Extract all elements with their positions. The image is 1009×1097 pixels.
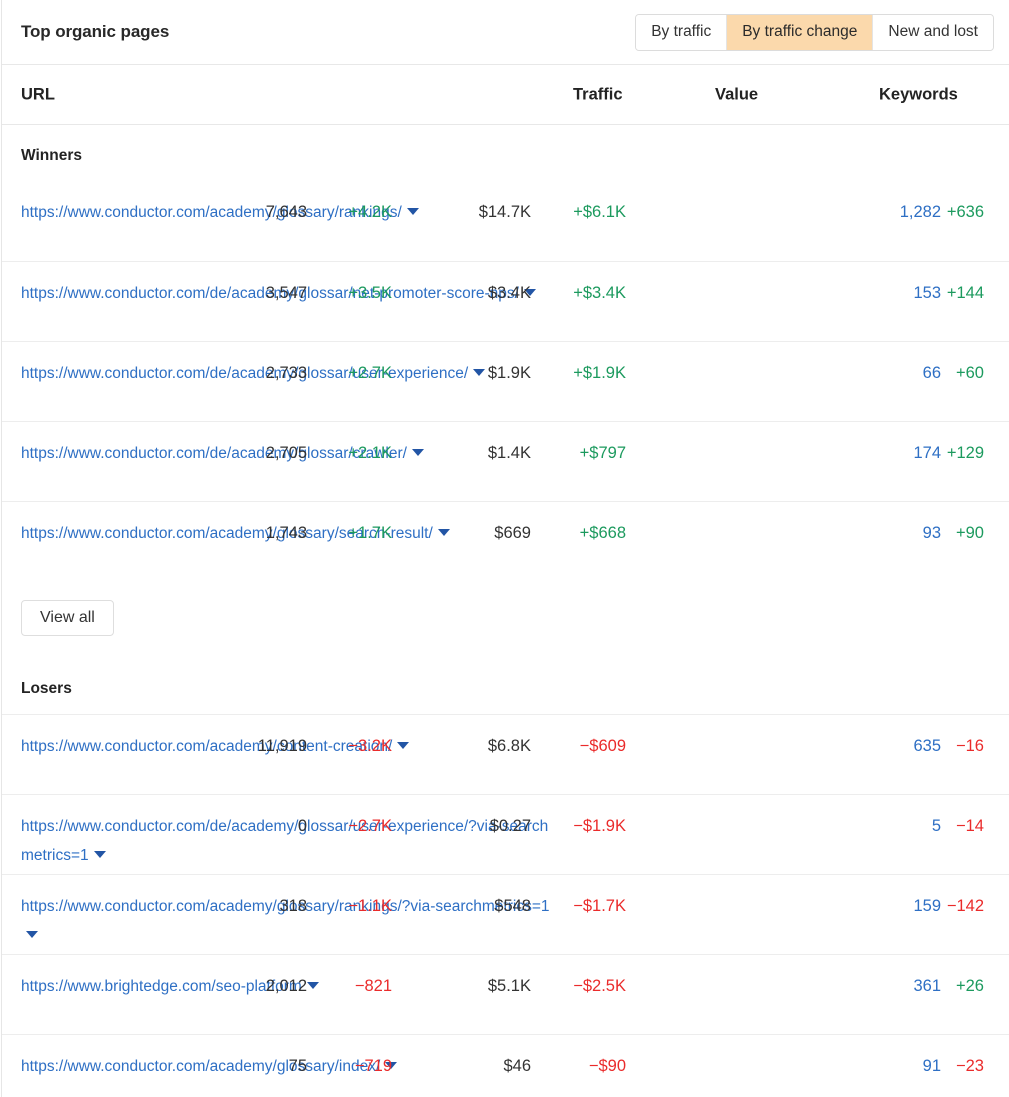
- value-value: $1.4K: [391, 439, 531, 468]
- view-mode-segmented-control[interactable]: By traffic By traffic change New and los…: [635, 14, 994, 51]
- value-value: $669: [391, 519, 531, 548]
- keywords-delta: +90: [924, 519, 984, 548]
- top-organic-pages-panel: Top organic pages By traffic By traffic …: [0, 0, 1009, 1097]
- keywords-delta: +60: [924, 359, 984, 388]
- losers-rows: https://www.conductor.com/academy/conten…: [2, 714, 1009, 1097]
- traffic-value: 2,012: [147, 972, 307, 1001]
- column-header-value: Value: [715, 85, 758, 104]
- value-value: $5.1K: [391, 972, 531, 1001]
- card: Top organic pages By traffic By traffic …: [1, 0, 1009, 1097]
- value-delta: +$1.9K: [536, 359, 626, 388]
- traffic-delta: −821: [312, 972, 392, 1001]
- value-delta: −$1.7K: [536, 892, 626, 921]
- table-row[interactable]: https://www.conductor.com/academy/glossa…: [2, 1034, 1009, 1097]
- traffic-value: 11,919: [147, 732, 307, 761]
- keywords-delta: −14: [924, 812, 984, 841]
- chevron-down-icon[interactable]: [94, 851, 106, 858]
- table-row[interactable]: https://www.conductor.com/academy/glossa…: [2, 501, 1009, 581]
- value-delta: −$90: [536, 1052, 626, 1081]
- value-delta: +$3.4K: [536, 279, 626, 308]
- traffic-value: 0: [147, 812, 307, 841]
- column-header-keywords: Keywords: [879, 85, 958, 104]
- value-delta: +$797: [536, 439, 626, 468]
- section-title-losers: Losers: [2, 658, 1009, 714]
- keywords-value[interactable]: 159: [821, 892, 941, 921]
- card-header: Top organic pages By traffic By traffic …: [2, 0, 1009, 64]
- value-delta: +$6.1K: [536, 198, 626, 227]
- keywords-delta: −23: [924, 1052, 984, 1081]
- table-row[interactable]: https://www.conductor.com/academy/conten…: [2, 714, 1009, 794]
- traffic-delta: +4.2K: [312, 198, 392, 227]
- value-value: $6.8K: [391, 732, 531, 761]
- keywords-value[interactable]: 1,282: [821, 198, 941, 227]
- tab-by-traffic-change[interactable]: By traffic change: [727, 15, 873, 50]
- keywords-value[interactable]: 66: [821, 359, 941, 388]
- table-row[interactable]: https://www.conductor.com/de/academy/glo…: [2, 261, 1009, 341]
- traffic-delta: +3.5K: [312, 279, 392, 308]
- traffic-value: 3,547: [147, 279, 307, 308]
- table-row[interactable]: https://www.conductor.com/academy/glossa…: [2, 874, 1009, 954]
- chevron-down-icon[interactable]: [26, 931, 38, 938]
- winners-rows: https://www.conductor.com/academy/glossa…: [2, 181, 1009, 581]
- value-value: $46: [391, 1052, 531, 1081]
- section-gap: [2, 636, 1009, 658]
- value-value: $548: [391, 892, 531, 921]
- tab-by-traffic[interactable]: By traffic: [636, 15, 727, 50]
- keywords-delta: +129: [924, 439, 984, 468]
- keywords-value[interactable]: 5: [821, 812, 941, 841]
- winners-view-all-wrap: View all: [2, 581, 1009, 636]
- keywords-value[interactable]: 635: [821, 732, 941, 761]
- value-value: $3.4K: [391, 279, 531, 308]
- traffic-value: 2,705: [147, 439, 307, 468]
- table-row[interactable]: https://www.conductor.com/de/academy/glo…: [2, 794, 1009, 874]
- value-delta: −$1.9K: [536, 812, 626, 841]
- keywords-value[interactable]: 93: [821, 519, 941, 548]
- value-value: $14.7K: [391, 198, 531, 227]
- traffic-delta: +1.7K: [312, 519, 392, 548]
- table-row[interactable]: https://www.conductor.com/de/academy/glo…: [2, 421, 1009, 501]
- traffic-value: 75: [147, 1052, 307, 1081]
- keywords-delta: −16: [924, 732, 984, 761]
- traffic-value: 7,643: [147, 198, 307, 227]
- traffic-delta: −2.7K: [312, 812, 392, 841]
- traffic-delta: −1.1K: [312, 892, 392, 921]
- table-row[interactable]: https://www.conductor.com/academy/glossa…: [2, 181, 1009, 261]
- keywords-delta: +144: [924, 279, 984, 308]
- page-title: Top organic pages: [21, 22, 169, 42]
- tab-new-and-lost[interactable]: New and lost: [873, 15, 993, 50]
- column-header-url: URL: [21, 85, 55, 104]
- table-row[interactable]: https://www.conductor.com/de/academy/glo…: [2, 341, 1009, 421]
- value-delta: −$2.5K: [536, 972, 626, 1001]
- value-value: $1.9K: [391, 359, 531, 388]
- traffic-delta: −719: [312, 1052, 392, 1081]
- value-value: $0.27: [391, 812, 531, 841]
- traffic-delta: −3.2K: [312, 732, 392, 761]
- traffic-value: 1,743: [147, 519, 307, 548]
- table-column-headers: URL Traffic Value Keywords: [2, 65, 1009, 124]
- column-header-traffic: Traffic: [573, 85, 623, 104]
- view-all-winners-button[interactable]: View all: [21, 600, 114, 636]
- value-delta: +$668: [536, 519, 626, 548]
- keywords-value[interactable]: 361: [821, 972, 941, 1001]
- traffic-value: 318: [147, 892, 307, 921]
- keywords-delta: −142: [924, 892, 984, 921]
- traffic-delta: +2.7K: [312, 359, 392, 388]
- keywords-delta: +26: [924, 972, 984, 1001]
- value-delta: −$609: [536, 732, 626, 761]
- section-title-winners: Winners: [2, 125, 1009, 181]
- section-winners: Winners https://www.conductor.com/academ…: [2, 125, 1009, 636]
- keywords-value[interactable]: 174: [821, 439, 941, 468]
- section-losers: Losers https://www.conductor.com/academy…: [2, 658, 1009, 1097]
- keywords-value[interactable]: 91: [821, 1052, 941, 1081]
- traffic-value: 2,733: [147, 359, 307, 388]
- keywords-value[interactable]: 153: [821, 279, 941, 308]
- table-row[interactable]: https://www.brightedge.com/seo-platform …: [2, 954, 1009, 1034]
- keywords-delta: +636: [924, 198, 984, 227]
- traffic-delta: +2.1K: [312, 439, 392, 468]
